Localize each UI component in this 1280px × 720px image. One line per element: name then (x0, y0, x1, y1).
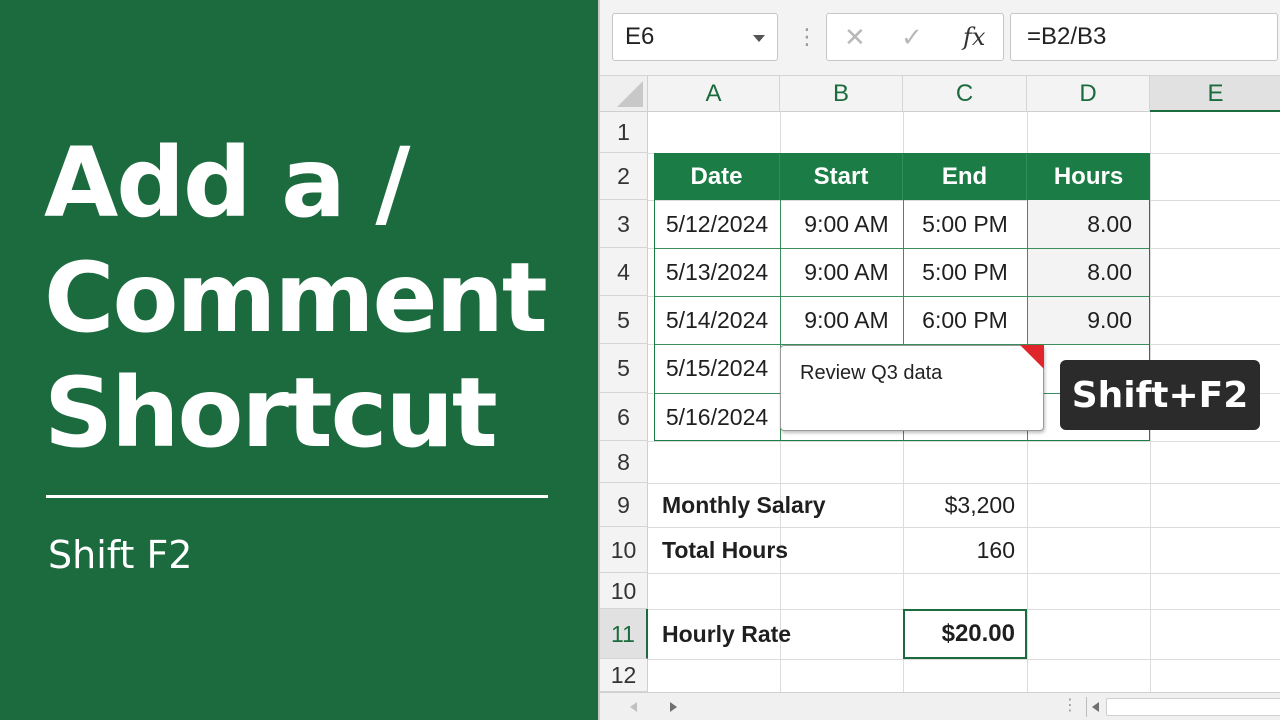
sheet-prev-icon[interactable] (630, 702, 637, 712)
table-header-end[interactable]: End (903, 153, 1027, 200)
comment-box[interactable]: Review Q3 data (780, 345, 1044, 431)
select-all-button[interactable] (600, 76, 648, 112)
table-cell[interactable]: 9:00 AM (780, 296, 903, 344)
column-header-c[interactable]: C (903, 76, 1027, 112)
gridline (648, 573, 1280, 574)
hourly-rate-label[interactable]: Hourly Rate (648, 609, 903, 659)
row-header-12[interactable]: 12 (600, 659, 648, 692)
row-header-5[interactable]: 5 (600, 296, 648, 344)
table-cell[interactable]: 5/13/2024 (654, 248, 780, 296)
column-header-e[interactable]: E (1150, 76, 1280, 112)
column-header-a[interactable]: A (648, 76, 780, 112)
table-header-start[interactable]: Start (780, 153, 903, 200)
comment-text[interactable]: Review Q3 data (800, 362, 942, 385)
table-cell[interactable]: 9.00 (1027, 296, 1150, 344)
row-header-10[interactable]: 10 (600, 527, 648, 573)
row-header-2[interactable]: 2 (600, 153, 648, 200)
scroll-left-icon[interactable] (1092, 702, 1099, 712)
table-cell[interactable]: 5:00 PM (903, 200, 1027, 248)
row-header-5b[interactable]: 5 (600, 344, 648, 393)
row-header-10b[interactable]: 10 (600, 573, 648, 609)
formula-buttons: ✕ ✓ fx (826, 13, 1004, 61)
comment-indicator-icon (1020, 345, 1044, 369)
table-cell[interactable]: 5:00 PM (903, 248, 1027, 296)
resize-grip-icon[interactable]: ⋮ (1062, 695, 1078, 715)
subtitle: Shift F2 (48, 533, 193, 577)
table-cell[interactable]: 5/12/2024 (654, 200, 780, 248)
scrollbar-thumb[interactable] (1106, 698, 1280, 716)
formula-input[interactable]: =B2/B3 (1010, 13, 1278, 61)
horizontal-scrollbar: ⋮ (600, 692, 1280, 720)
table-header-date[interactable]: Date (654, 153, 780, 200)
hourly-rate-value[interactable]: $20.00 (903, 609, 1027, 659)
monthly-salary-label[interactable]: Monthly Salary (648, 483, 903, 527)
row-header-8[interactable]: 8 (600, 441, 648, 483)
gridline (648, 659, 1280, 660)
name-box-value: E6 (625, 23, 655, 50)
monthly-salary-value[interactable]: $3,200 (903, 483, 1027, 527)
shortcut-badge: Shift+F2 (1060, 360, 1260, 430)
row-header-11[interactable]: 11 (600, 609, 648, 659)
table-cell[interactable]: 5/16/2024 (654, 393, 780, 441)
close-icon[interactable]: ✕ (844, 14, 866, 60)
title-divider (46, 495, 548, 498)
name-box[interactable]: E6 (612, 13, 778, 61)
sheet-next-icon[interactable] (670, 702, 677, 712)
title-panel: Add a / Comment Shortcut Shift F2 (0, 0, 598, 720)
column-header-b[interactable]: B (780, 76, 903, 112)
row-header-1[interactable]: 1 (600, 112, 648, 153)
table-cell[interactable]: 8.00 (1027, 200, 1150, 248)
table-cell[interactable]: 6:00 PM (903, 296, 1027, 344)
check-icon[interactable]: ✓ (901, 14, 923, 60)
row-header-6[interactable]: 6 (600, 393, 648, 441)
formula-bar: E6 ⋮ ✕ ✓ fx =B2/B3 (600, 0, 1280, 76)
table-cell[interactable]: 5/14/2024 (654, 296, 780, 344)
table-cell[interactable]: 8.00 (1027, 248, 1150, 296)
row-header-4[interactable]: 4 (600, 248, 648, 296)
title-line-3: Shortcut (44, 357, 498, 469)
table-header-hours[interactable]: Hours (1027, 153, 1150, 200)
total-hours-value[interactable]: 160 (903, 527, 1027, 573)
table-cell[interactable]: 5/15/2024 (654, 344, 780, 393)
row-header-3[interactable]: 3 (600, 200, 648, 248)
select-all-icon (617, 81, 643, 107)
scrollbar-divider (1086, 697, 1087, 717)
column-header-d[interactable]: D (1027, 76, 1150, 112)
spreadsheet-window: E6 ⋮ ✕ ✓ fx =B2/B3 A B C D E 1 2 3 4 5 5… (598, 0, 1280, 720)
title-line-1: Add a / (44, 127, 410, 239)
table-cell[interactable]: 9:00 AM (780, 200, 903, 248)
row-header-9[interactable]: 9 (600, 483, 648, 527)
table-cell[interactable]: 9:00 AM (780, 248, 903, 296)
total-hours-label[interactable]: Total Hours (648, 527, 903, 573)
function-icon[interactable]: fx (963, 14, 985, 60)
more-options-icon[interactable]: ⋮ (796, 26, 818, 48)
title-line-2: Comment (44, 242, 548, 354)
gridline (648, 441, 1280, 442)
chevron-down-icon[interactable] (753, 35, 765, 42)
